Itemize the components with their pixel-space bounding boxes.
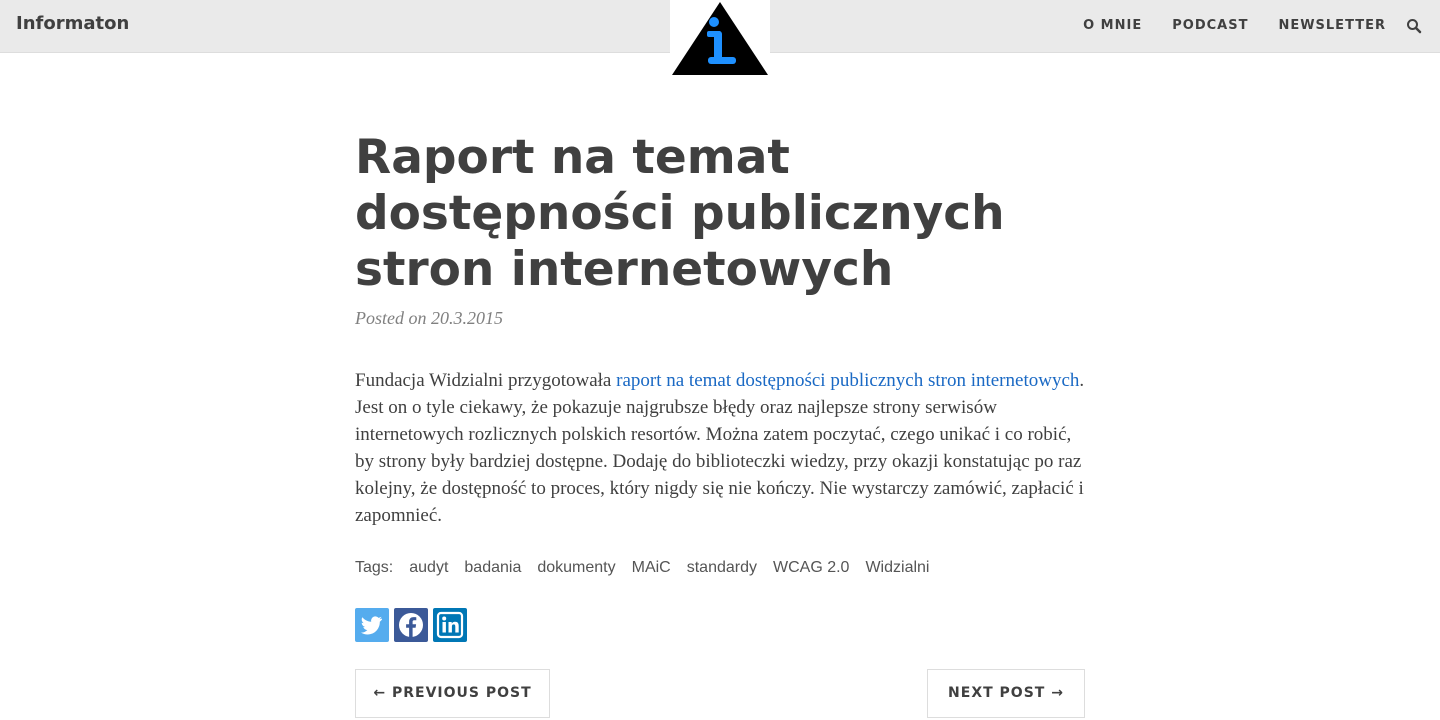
post-article: Raport na temat dostępności publicznych … <box>355 130 1085 642</box>
post-title: Raport na temat dostępności publicznych … <box>355 130 1005 297</box>
tag-standardy[interactable]: standardy <box>687 559 757 577</box>
twitter-icon[interactable] <box>355 608 389 642</box>
post-body: Fundacja Widzialni przygotowała raport n… <box>355 367 1085 529</box>
tag-badania[interactable]: badania <box>464 559 521 577</box>
post-body-intro: Fundacja Widzialni przygotowała <box>355 370 617 391</box>
tags-label: Tags: <box>355 559 394 576</box>
nav-item-podcast[interactable]: PODCAST <box>1172 18 1248 33</box>
tag-audyt[interactable]: audyt <box>409 559 448 577</box>
site-logo[interactable] <box>670 0 770 77</box>
nav-item-o-mnie[interactable]: O MNIE <box>1083 18 1142 33</box>
brand-link[interactable]: Informaton <box>16 13 129 34</box>
info-triangle-icon <box>672 2 768 75</box>
main-nav: O MNIE PODCAST NEWSLETTER <box>1083 18 1386 33</box>
tag-widzialni[interactable]: Widzialni <box>865 559 929 577</box>
post-pager: ← PREVIOUS POST NEXT POST → <box>355 669 1085 718</box>
search-icon[interactable] <box>1406 18 1422 34</box>
previous-post-button[interactable]: ← PREVIOUS POST <box>355 669 550 718</box>
report-link[interactable]: raport na temat dostępności publicznych … <box>616 370 1079 391</box>
next-post-button[interactable]: NEXT POST → <box>927 669 1085 718</box>
tag-list: Tags: audyt badania dokumenty MAiC stand… <box>355 559 1085 577</box>
share-buttons <box>355 608 1085 642</box>
nav-item-newsletter[interactable]: NEWSLETTER <box>1278 18 1386 33</box>
tag-dokumenty[interactable]: dokumenty <box>537 559 615 577</box>
post-body-rest: . Jest on o tyle ciekawy, że pokazuje na… <box>355 370 1085 526</box>
post-date: Posted on 20.3.2015 <box>355 308 503 328</box>
tag-maic[interactable]: MAiC <box>632 559 671 577</box>
linkedin-icon[interactable] <box>433 608 467 642</box>
tag-wcag[interactable]: WCAG 2.0 <box>773 559 849 577</box>
facebook-icon[interactable] <box>394 608 428 642</box>
